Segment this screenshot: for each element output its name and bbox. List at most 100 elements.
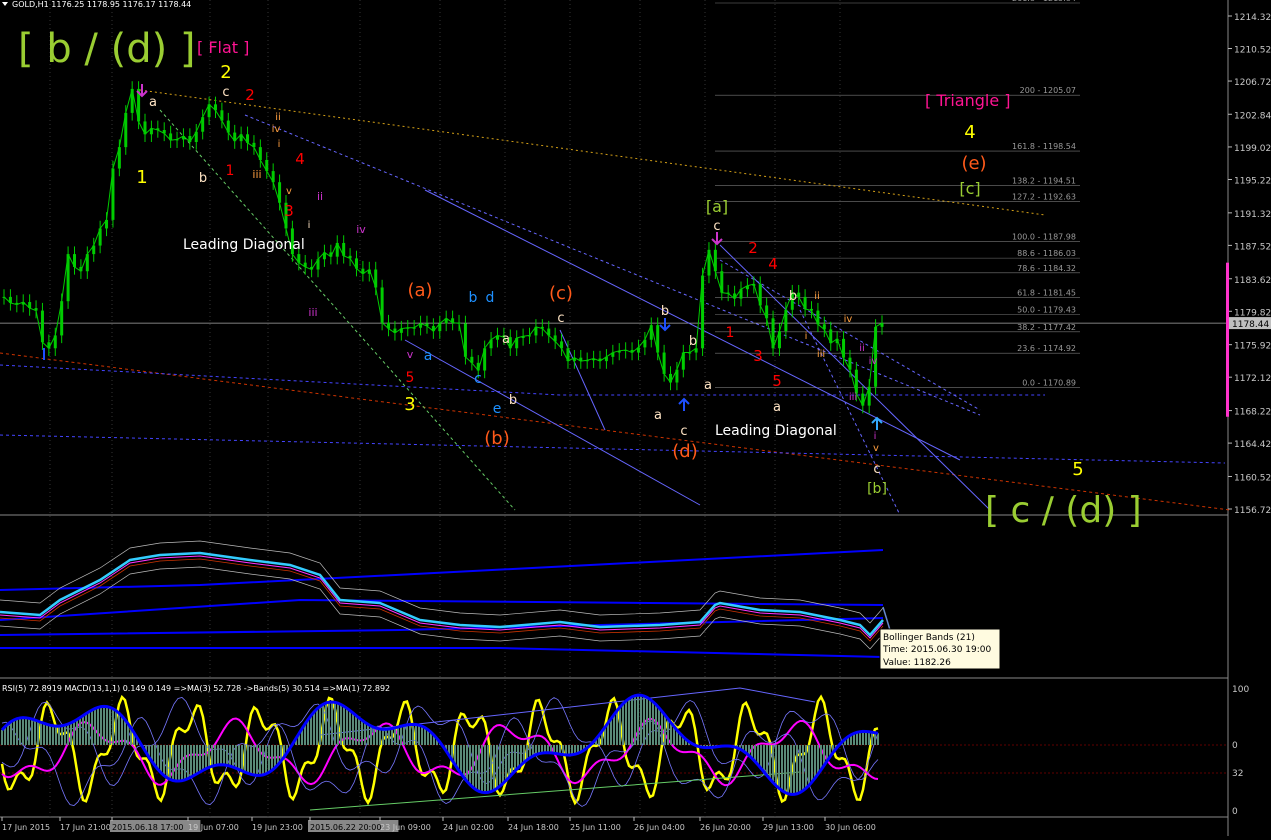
- time-tick-label: 2015.06.18 17:00: [112, 823, 183, 832]
- wave-label-flat: [ Flat ]: [197, 38, 249, 57]
- wave-label: c: [474, 371, 482, 387]
- wave-label: ii: [814, 291, 820, 302]
- chart-title: GOLD,H1 1176.25 1178.95 1176.17 1178.44: [2, 0, 191, 9]
- price-tick-label: 1160.52: [1234, 473, 1271, 483]
- fib-label: 127.2 - 1192.63: [1012, 193, 1076, 202]
- wave-label: iii: [308, 306, 317, 319]
- time-tick-label: 25 Jun 11:00: [570, 823, 621, 832]
- time-tick-label: 24 Jun 02:00: [443, 823, 494, 832]
- price-tick-label: 1214.32: [1234, 13, 1271, 23]
- wave-label: i: [805, 331, 808, 342]
- wave-label: i: [308, 220, 311, 231]
- wave-label: a: [654, 408, 662, 423]
- fib-label: 50.0 - 1179.43: [1017, 306, 1076, 315]
- price-tick-label: 1187.52: [1234, 242, 1271, 252]
- price-tick-label: 1172.12: [1234, 374, 1271, 384]
- wave-label: 3: [404, 394, 415, 415]
- price-tick-label: 1206.72: [1234, 78, 1271, 88]
- wave-label: 4: [964, 122, 975, 143]
- time-tick-label: 17 Jun 21:00: [60, 823, 111, 832]
- time-tick-label: 29 Jun 13:00: [763, 823, 814, 832]
- wave-label: 3: [753, 347, 763, 365]
- leading-diagonal-label: Leading Diagonal: [183, 237, 305, 253]
- price-tick-label: 1199.02: [1234, 144, 1271, 154]
- price-tick-label: 1202.84: [1234, 111, 1271, 121]
- wave-label: iii: [849, 392, 857, 403]
- wave-label: 2: [245, 86, 255, 104]
- fib-label: 261.8 - 1215.84: [1012, 0, 1076, 3]
- wave-label: a: [704, 378, 712, 393]
- wave-label: a: [773, 400, 781, 415]
- fib-label: 100.0 - 1187.98: [1012, 232, 1076, 241]
- fib-label: 38.2 - 1177.42: [1017, 323, 1076, 332]
- rsi-tick-label: 100: [1232, 685, 1249, 695]
- rsi-tick-label: 32: [1232, 769, 1243, 779]
- wave-label: ii: [275, 112, 281, 123]
- wave-label: 2: [748, 239, 758, 257]
- fib-label: 138.2 - 1194.51: [1012, 177, 1076, 186]
- tooltip-value: Value: 1182.26: [883, 658, 951, 668]
- wave-label: v: [873, 443, 879, 454]
- wave-label: iv: [844, 314, 853, 325]
- wave-label: d: [486, 290, 495, 306]
- wave-label: 1: [136, 167, 147, 188]
- price-tick-label: 1179.82: [1234, 308, 1271, 318]
- wave-label: (a): [407, 280, 432, 301]
- wave-label: b: [199, 171, 207, 186]
- wave-label: b: [661, 304, 669, 319]
- wave-label: iii: [817, 349, 825, 360]
- chart-window[interactable]: 1214.32 1210.52 1206.72 1202.84 1199.02 1195.…: [0, 0, 1271, 836]
- wave-label-c-d: [ c / (d) ]: [985, 490, 1142, 531]
- time-tick-label: 26 Jun 20:00: [700, 823, 751, 832]
- wave-label: i: [874, 431, 877, 442]
- wave-label: c: [713, 219, 720, 234]
- price-tick-label: 1195.22: [1234, 176, 1271, 186]
- rsi-tick-label: 0: [1232, 807, 1238, 817]
- fib-label: 161.8 - 1198.54: [1012, 142, 1076, 151]
- wave-label: 5: [1072, 459, 1083, 480]
- price-tick-label: 1168.22: [1234, 408, 1271, 418]
- wave-label: a: [424, 348, 433, 364]
- wave-label: iv: [356, 223, 366, 236]
- leading-diagonal-label: Leading Diagonal: [715, 423, 837, 439]
- wave-label: (d): [672, 441, 697, 462]
- wave-label: (e): [961, 153, 986, 174]
- time-tick-label: 24 Jun 18:00: [508, 823, 559, 832]
- wave-label: b: [789, 289, 797, 304]
- wave-label: iii: [252, 168, 261, 181]
- wave-label-triangle: [ Triangle ]: [925, 91, 1011, 110]
- fib-label: 200 - 1205.07: [1020, 86, 1076, 95]
- fib-label: 61.8 - 1181.45: [1017, 288, 1076, 297]
- wave-label: c: [222, 85, 229, 100]
- wave-label: 3: [284, 202, 294, 220]
- wave-label: b: [509, 393, 517, 408]
- wave-label: a: [502, 332, 510, 347]
- wave-label: c: [557, 311, 564, 326]
- price-tick-label: 1183.62: [1234, 276, 1271, 286]
- wave-label: b: [689, 334, 697, 349]
- wave-label: e: [493, 401, 502, 417]
- wave-label: 2: [220, 62, 231, 83]
- price-tick-label: 1175.92: [1234, 342, 1271, 352]
- chart-title-text: GOLD,H1 1176.25 1178.95 1176.17 1178.44: [12, 0, 191, 9]
- wave-label: v: [407, 348, 414, 361]
- price-axis-marker: [1226, 262, 1229, 417]
- time-tick-label: 26 Jun 04:00: [634, 823, 685, 832]
- wave-label: ii: [317, 190, 323, 203]
- wave-label: [c]: [959, 179, 980, 198]
- rsi-title: RSI(5) 72.8919 MACD(13,1,1) 0.149 0.149 …: [2, 684, 390, 693]
- tooltip-time: Time: 2015.06.30 19:00: [882, 645, 992, 655]
- fib-label: 88.6 - 1186.03: [1017, 249, 1076, 258]
- wave-label: iv: [272, 124, 281, 135]
- wave-label: v: [286, 186, 292, 197]
- wave-label: c: [680, 424, 687, 439]
- price-tick-label: 1210.52: [1234, 46, 1271, 56]
- wave-label: i: [278, 139, 281, 150]
- time-tick-label: 19 Jun 07:00: [188, 823, 239, 832]
- wave-label: b: [469, 290, 478, 306]
- fib-label: 0.0 - 1170.89: [1022, 379, 1076, 388]
- chart-svg[interactable]: 1214.32 1210.52 1206.72 1202.84 1199.02 1195.…: [0, 0, 1271, 836]
- wave-label: 5: [406, 370, 415, 386]
- wave-label: 5: [772, 372, 782, 390]
- tooltip-name: Bollinger Bands (21): [883, 633, 975, 643]
